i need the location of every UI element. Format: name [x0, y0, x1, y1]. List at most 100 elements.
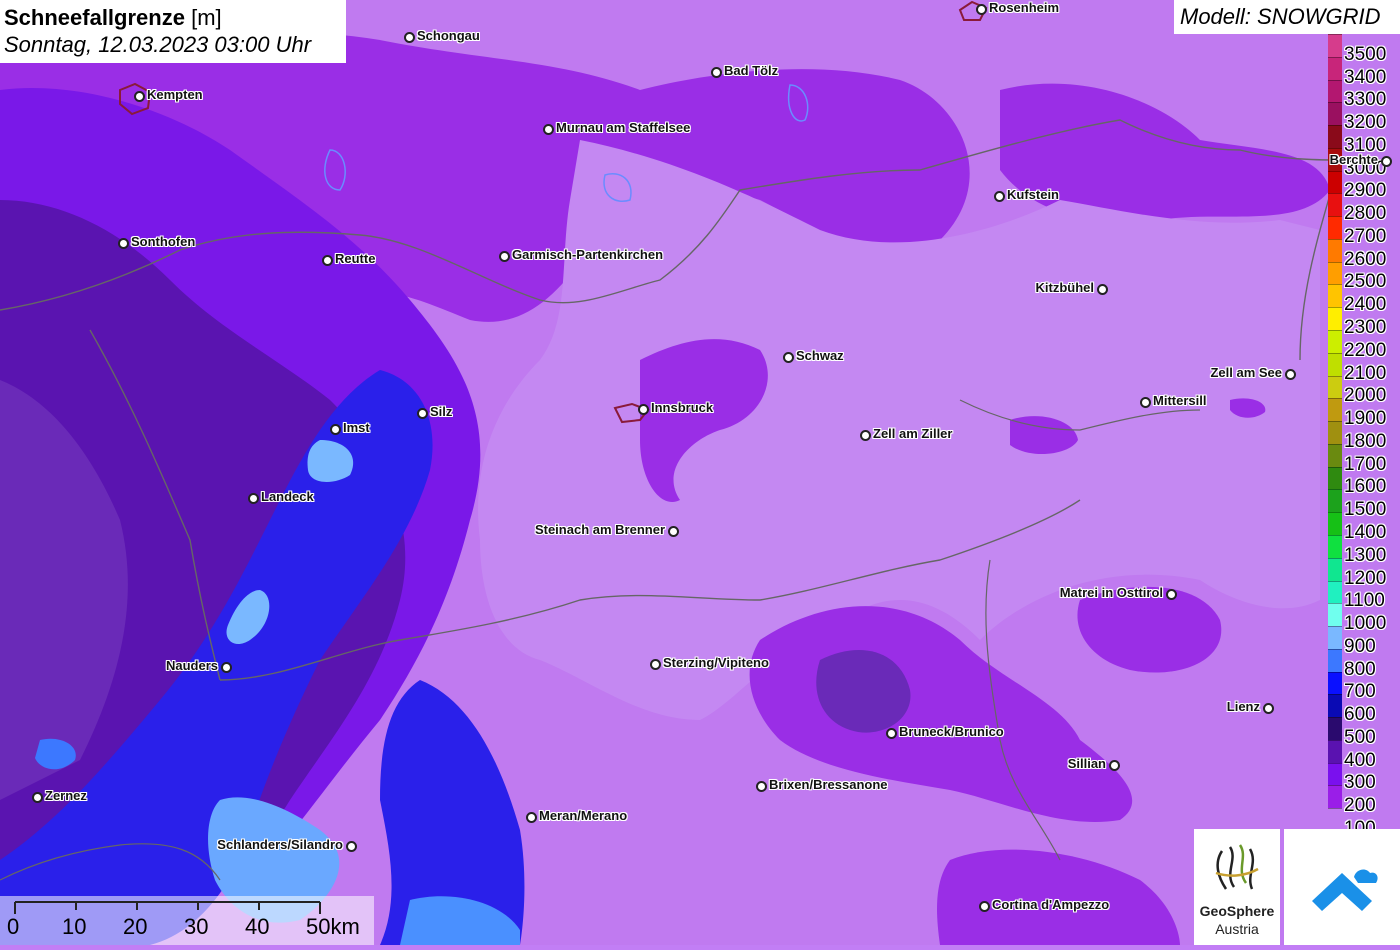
city-dot-icon	[134, 91, 145, 102]
city-dot-icon	[526, 812, 537, 823]
city-name: Innsbruck	[651, 400, 714, 415]
city-dot-icon	[1109, 760, 1120, 771]
geosphere-emblem-icon	[1215, 844, 1259, 890]
scale-label: 20	[123, 914, 148, 939]
legend-label: 400	[1344, 749, 1376, 771]
map-datetime: Sonntag, 12.03.2023 03:00 Uhr	[4, 32, 312, 57]
legend-swatch	[1328, 216, 1342, 240]
geosphere-country: Austria	[1215, 921, 1259, 937]
legend-swatch	[1328, 466, 1342, 491]
city-name: Imst	[343, 420, 370, 435]
city-name: Mittersill	[1153, 393, 1207, 408]
legend-swatch	[1328, 79, 1342, 104]
map-canvas[interactable]	[0, 0, 1400, 945]
city-name: Reutte	[335, 251, 376, 266]
city-name: Landeck	[261, 489, 314, 504]
weather-service-logo[interactable]	[1284, 829, 1400, 945]
legend-label: 1000	[1344, 613, 1387, 635]
legend-label: 2100	[1344, 362, 1387, 384]
legend-label: 3200	[1344, 112, 1387, 134]
legend-swatch	[1328, 671, 1342, 696]
legend-swatch	[1328, 193, 1342, 218]
legend-label: 1100	[1344, 590, 1385, 612]
city-dot-icon	[118, 238, 129, 249]
city-name: Berchte	[1329, 152, 1378, 167]
city-name: Kufstein	[1007, 187, 1059, 202]
city-dot-icon	[1140, 397, 1151, 408]
legend-swatch	[1328, 785, 1342, 810]
legend-label: 600	[1344, 704, 1376, 726]
legend-label: 1500	[1344, 499, 1387, 521]
legend-swatch	[1328, 534, 1342, 559]
legend-label: 200	[1344, 795, 1376, 817]
title-box: Schneefallgrenze [m] Sonntag, 12.03.2023…	[0, 0, 346, 63]
legend-swatch	[1328, 125, 1342, 149]
city-name: Brixen/Bressanone	[769, 777, 888, 792]
city-name: Lienz	[1226, 699, 1260, 714]
legend-label: 3400	[1344, 66, 1387, 88]
legend-label: 3500	[1344, 43, 1387, 65]
legend-swatch	[1328, 557, 1342, 582]
legend-label: 1600	[1344, 476, 1387, 498]
legend-swatch	[1328, 762, 1342, 787]
legend-swatch	[1328, 398, 1342, 423]
city-dot-icon	[1263, 703, 1274, 714]
city-dot-icon	[499, 251, 510, 262]
city-name: Zell am See	[1210, 365, 1282, 380]
legend-swatch	[1328, 352, 1342, 377]
city-name: Cortina d'Ampezzo	[992, 897, 1110, 912]
city-name: Matrei in Osttirol	[1059, 585, 1163, 600]
city-name: Steinach am Brenner	[534, 522, 665, 537]
city-name: Bruneck/Brunico	[899, 724, 1004, 739]
city-name: Rosenheim	[989, 0, 1060, 15]
legend-swatch	[1328, 717, 1342, 741]
city-dot-icon	[1166, 589, 1177, 600]
city-name: Schongau	[417, 28, 480, 43]
legend-label: 2500	[1344, 271, 1387, 293]
legend-swatch	[1328, 102, 1342, 127]
legend-label: 1300	[1344, 544, 1387, 566]
legend-label: 2700	[1344, 225, 1387, 247]
legend-swatch	[1328, 512, 1342, 536]
city-name: Meran/Merano	[539, 808, 628, 823]
scale-label: 10	[62, 914, 87, 939]
city-dot-icon	[650, 659, 661, 670]
scale-label: 50km	[306, 914, 360, 939]
scale-bar: 0 10 20 30 40 50km	[0, 896, 374, 945]
legend-swatch	[1328, 307, 1342, 332]
legend-label: 500	[1344, 726, 1376, 748]
city-dot-icon	[711, 67, 722, 78]
legend-label: 900	[1344, 635, 1376, 657]
legend-label: 300	[1344, 772, 1376, 794]
legend-label: 1800	[1344, 430, 1387, 452]
city-name: Schwaz	[796, 348, 844, 363]
legend-swatch	[1328, 238, 1342, 263]
city-dot-icon	[979, 901, 990, 912]
legend-swatch	[1328, 489, 1342, 514]
city-name: Murnau am Staffelsee	[556, 120, 691, 135]
legend-label: 1400	[1344, 521, 1387, 543]
city-dot-icon	[1285, 369, 1296, 380]
city-name: Nauders	[165, 658, 218, 673]
city-name: Sillian	[1067, 756, 1106, 771]
city-dot-icon	[417, 408, 428, 419]
scale-label: 40	[245, 914, 270, 939]
mountain-cloud-icon	[1312, 869, 1378, 911]
scale-label: 0	[7, 914, 20, 939]
city-dot-icon	[404, 32, 415, 43]
legend-swatch	[1328, 261, 1342, 286]
legend-label: 1900	[1344, 408, 1387, 430]
legend-label: 2600	[1344, 248, 1387, 270]
city-name: Schlanders/Silandro	[217, 837, 343, 852]
city-dot-icon	[322, 255, 333, 266]
geosphere-logo[interactable]: GeoSphere Austria	[1194, 829, 1280, 945]
city-dot-icon	[638, 404, 649, 415]
legend-label: 1200	[1344, 567, 1387, 589]
legend-swatch	[1328, 56, 1342, 81]
legend-swatch	[1328, 421, 1342, 445]
city-dot-icon	[543, 124, 554, 135]
legend-swatch	[1328, 648, 1342, 673]
legend-swatch	[1328, 694, 1342, 719]
city-dot-icon	[248, 493, 259, 504]
city-dot-icon	[1097, 284, 1108, 295]
